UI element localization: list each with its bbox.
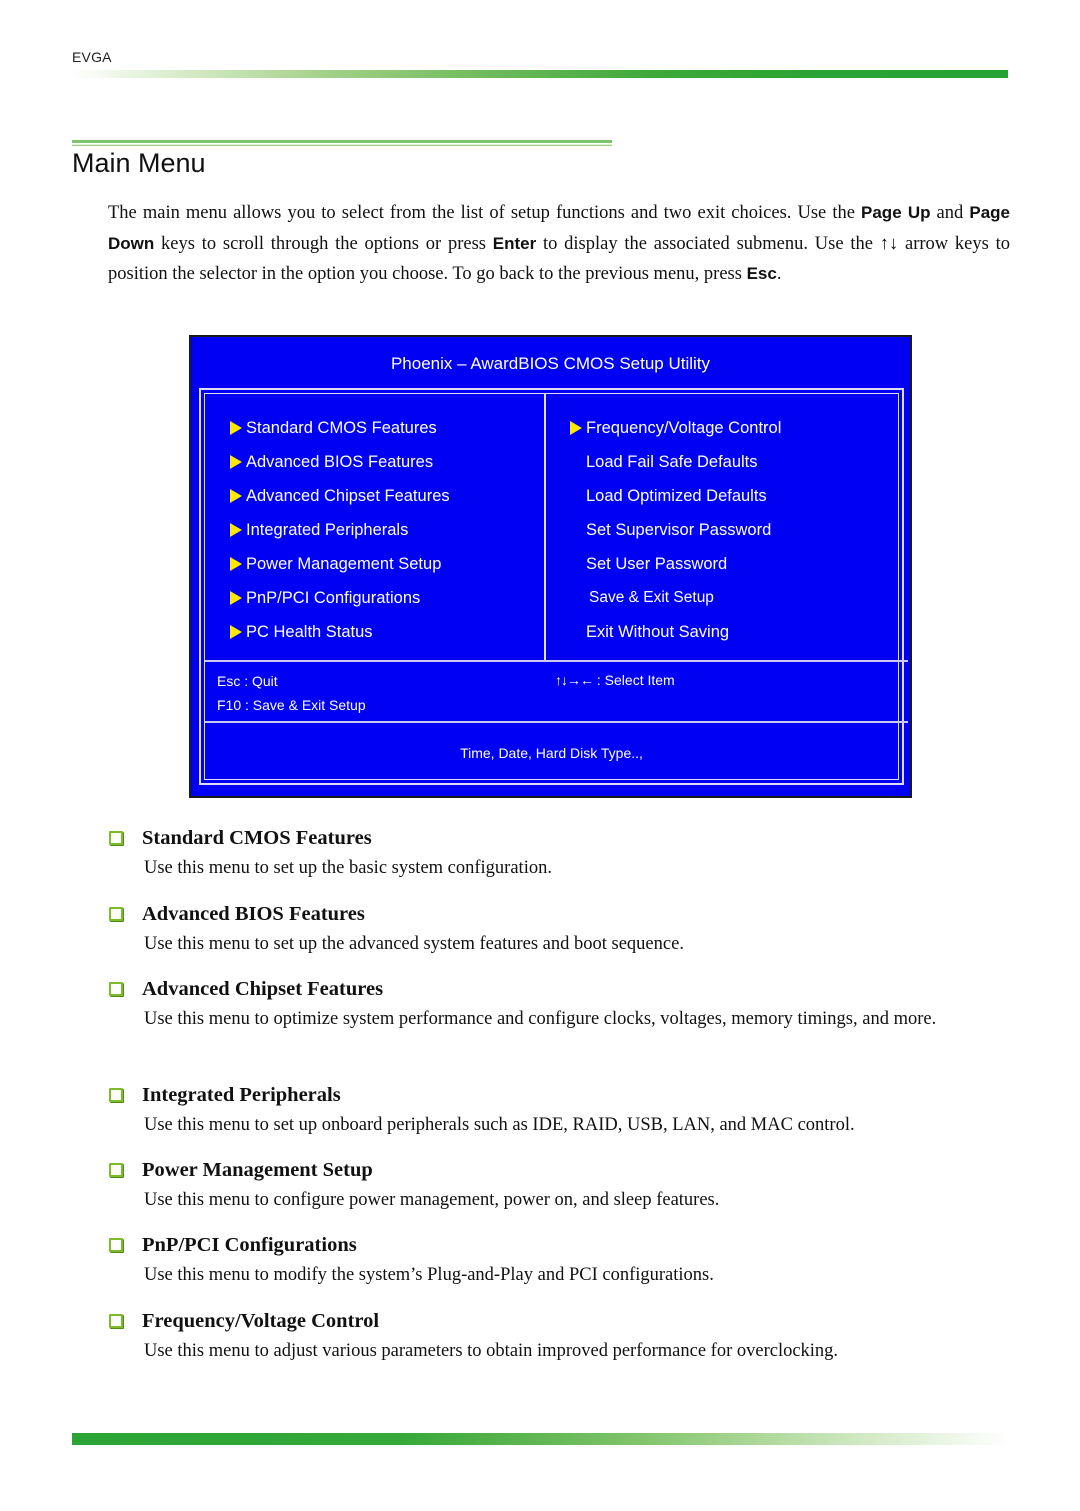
bios-menu-item-pc-health[interactable]: PC Health Status bbox=[230, 615, 450, 649]
menu-label: Integrated Peripherals bbox=[246, 520, 409, 539]
submenu-arrow-icon bbox=[230, 523, 242, 537]
hint-select-item: ↑↓→← : Select Item bbox=[555, 672, 675, 688]
menu-label: Advanced Chipset Features bbox=[246, 486, 450, 505]
menu-label: Frequency/Voltage Control bbox=[586, 418, 782, 437]
header-gradient-bar bbox=[72, 70, 1008, 78]
menu-divider bbox=[205, 660, 908, 662]
intro-text: keys to scroll through the options or pr… bbox=[154, 233, 493, 254]
menu-descriptions: Standard CMOS Features Use this menu to … bbox=[108, 823, 1010, 1366]
bios-menu-item-integrated-peripherals[interactable]: Integrated Peripherals bbox=[230, 513, 450, 547]
bios-menu-item-advanced-chipset[interactable]: Advanced Chipset Features bbox=[230, 479, 450, 513]
bios-menu-item-load-optimized[interactable]: Load Optimized Defaults bbox=[570, 479, 781, 513]
key-esc: Esc bbox=[746, 264, 777, 283]
bios-menu-item-pnp-pci[interactable]: PnP/PCI Configurations bbox=[230, 581, 450, 615]
checkbox-bullet-icon bbox=[109, 982, 123, 996]
bios-inner-frame: Standard CMOS Features Advanced BIOS Fea… bbox=[204, 393, 908, 780]
section-power-management: Power Management Setup Use this menu to … bbox=[108, 1155, 1010, 1230]
section-title: Frequency/Voltage Control bbox=[142, 1309, 380, 1332]
submenu-arrow-icon bbox=[230, 557, 242, 571]
menu-label: Set User Password bbox=[586, 554, 728, 573]
section-frequency-voltage: Frequency/Voltage Control Use this menu … bbox=[108, 1306, 1010, 1366]
key-enter: Enter bbox=[492, 233, 537, 253]
section-description: Use this menu to optimize system perform… bbox=[144, 1009, 937, 1029]
checkbox-bullet-icon bbox=[109, 1238, 123, 1252]
intro-text: The main menu allows you to select from … bbox=[108, 203, 862, 223]
menu-label: Load Fail Safe Defaults bbox=[586, 452, 758, 471]
checkbox-bullet-icon bbox=[109, 831, 123, 845]
section-description: Use this menu to modify the system’s Plu… bbox=[144, 1265, 714, 1285]
bios-menu-item-exit-without-saving[interactable]: Exit Without Saving bbox=[570, 615, 781, 649]
checkbox-bullet-icon bbox=[109, 907, 123, 921]
bios-menu-item-user-password[interactable]: Set User Password bbox=[570, 547, 781, 581]
menu-label: Set Supervisor Password bbox=[586, 520, 772, 539]
section-title: Power Management Setup bbox=[142, 1158, 373, 1181]
section-title: Advanced Chipset Features bbox=[142, 977, 384, 1000]
menu-label: Save & Exit Setup bbox=[589, 589, 714, 606]
intro-text: to display the associated submenu. Use t… bbox=[536, 233, 880, 254]
menu-label: Power Management Setup bbox=[246, 554, 442, 573]
submenu-arrow-icon bbox=[230, 489, 242, 503]
menu-label: Load Optimized Defaults bbox=[586, 486, 767, 505]
section-title: Advanced BIOS Features bbox=[142, 902, 365, 925]
bios-menu-item-standard-cmos[interactable]: Standard CMOS Features bbox=[230, 411, 450, 445]
checkbox-bullet-icon bbox=[109, 1163, 123, 1177]
title-rule bbox=[72, 140, 612, 146]
bios-menu-item-advanced-bios[interactable]: Advanced BIOS Features bbox=[230, 445, 450, 479]
hint-select-label: : Select Item bbox=[593, 672, 675, 688]
checkbox-bullet-icon bbox=[109, 1088, 123, 1102]
section-description: Use this menu to set up onboard peripher… bbox=[144, 1115, 855, 1135]
section-description: Use this menu to configure power managem… bbox=[144, 1190, 720, 1210]
checkbox-bullet-icon bbox=[109, 1314, 123, 1328]
bios-screenshot: Phoenix – AwardBIOS CMOS Setup Utility S… bbox=[189, 335, 912, 798]
bios-left-menu: Standard CMOS Features Advanced BIOS Fea… bbox=[230, 411, 450, 649]
header-brand: EVGA bbox=[72, 49, 112, 65]
submenu-arrow-icon bbox=[230, 591, 242, 605]
menu-label: PC Health Status bbox=[246, 622, 373, 641]
page-title: Main Menu bbox=[72, 148, 206, 178]
section-integrated-peripherals: Integrated Peripherals Use this menu to … bbox=[108, 1080, 1010, 1155]
intro-paragraph: The main menu allows you to select from … bbox=[108, 198, 1010, 290]
submenu-arrow-icon bbox=[230, 421, 242, 435]
bios-help-text: Time, Date, Hard Disk Type.., bbox=[460, 745, 643, 761]
footer-gradient-bar bbox=[72, 1433, 1008, 1445]
intro-text: and bbox=[930, 203, 970, 223]
column-divider bbox=[544, 394, 546, 660]
section-advanced-chipset: Advanced Chipset Features Use this menu … bbox=[108, 974, 1010, 1080]
section-title: Integrated Peripherals bbox=[142, 1083, 341, 1106]
hint-esc-quit: Esc : Quit bbox=[217, 673, 278, 689]
submenu-arrow-icon bbox=[230, 625, 242, 639]
section-description: Use this menu to set up the advanced sys… bbox=[144, 934, 684, 954]
bios-right-menu: Frequency/Voltage Control Load Fail Safe… bbox=[570, 411, 781, 649]
section-advanced-bios: Advanced BIOS Features Use this menu to … bbox=[108, 899, 1010, 974]
bios-menu-item-power-management[interactable]: Power Management Setup bbox=[230, 547, 450, 581]
hint-f10-save: F10 : Save & Exit Setup bbox=[217, 697, 366, 713]
hint-divider bbox=[205, 721, 908, 723]
arrow-keys-icon: ↑↓→← bbox=[555, 672, 594, 688]
submenu-arrow-icon bbox=[570, 421, 582, 435]
bios-menu-item-save-exit[interactable]: Save & Exit Setup bbox=[570, 581, 781, 615]
key-page-up: Page Up bbox=[861, 203, 931, 222]
menu-label: Advanced BIOS Features bbox=[246, 452, 434, 471]
menu-label: Standard CMOS Features bbox=[246, 418, 437, 437]
submenu-arrow-icon bbox=[230, 455, 242, 469]
bios-menu-item-frequency-voltage[interactable]: Frequency/Voltage Control bbox=[570, 411, 781, 445]
section-description: Use this menu to set up the basic system… bbox=[144, 858, 552, 878]
intro-text: . bbox=[776, 264, 782, 284]
bios-title: Phoenix – AwardBIOS CMOS Setup Utility bbox=[390, 354, 711, 373]
up-down-arrows-icon: ↑↓ bbox=[879, 233, 899, 254]
bios-menu-item-supervisor-password[interactable]: Set Supervisor Password bbox=[570, 513, 781, 547]
section-description: Use this menu to adjust various paramete… bbox=[144, 1341, 839, 1361]
section-title: Standard CMOS Features bbox=[142, 826, 372, 849]
section-pnp-pci: PnP/PCI Configurations Use this menu to … bbox=[108, 1230, 1010, 1306]
bios-menu-item-load-fail-safe[interactable]: Load Fail Safe Defaults bbox=[570, 445, 781, 479]
menu-label: Exit Without Saving bbox=[586, 622, 730, 641]
section-standard-cmos: Standard CMOS Features Use this menu to … bbox=[108, 823, 1010, 899]
bios-frame: Standard CMOS Features Advanced BIOS Fea… bbox=[199, 388, 908, 785]
section-title: PnP/PCI Configurations bbox=[142, 1233, 357, 1256]
menu-label: PnP/PCI Configurations bbox=[246, 588, 421, 607]
